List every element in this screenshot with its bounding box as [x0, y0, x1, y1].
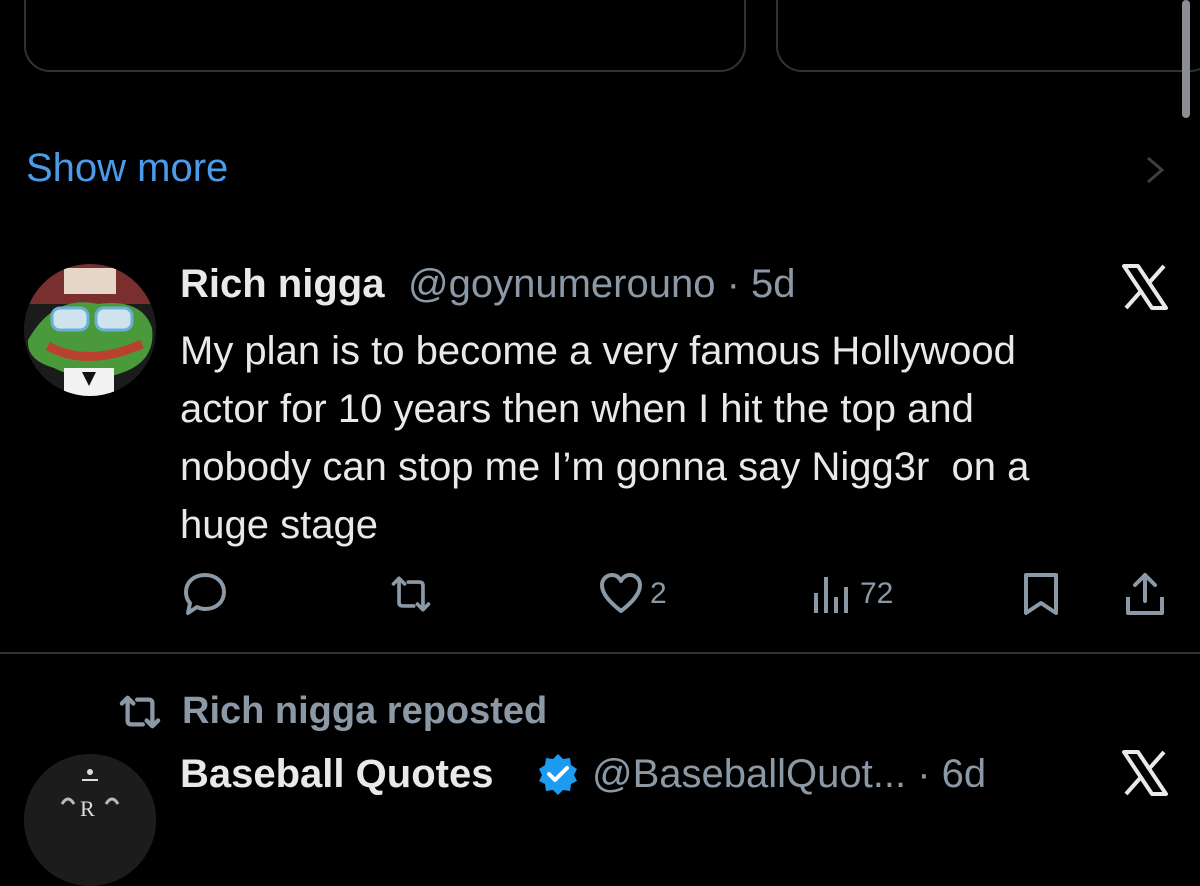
x-logo-icon	[1122, 264, 1168, 310]
chevron-right-icon[interactable]	[1142, 152, 1168, 188]
views-icon	[814, 577, 848, 613]
share-button[interactable]	[1122, 570, 1168, 618]
svg-text:R: R	[80, 796, 95, 821]
share-icon	[1126, 573, 1164, 615]
retweet-icon	[391, 576, 431, 612]
tweet-text-line: nobody can stop me I’m gonna say Nigg3r …	[180, 445, 1030, 489]
bookmark-icon	[1024, 573, 1058, 615]
avatar[interactable]: R	[24, 754, 156, 886]
preview-card-left[interactable]	[24, 0, 746, 72]
author-name[interactable]: Rich nigga	[180, 262, 384, 307]
author-name[interactable]: Baseball Quotes	[180, 752, 493, 797]
tweet-text-line: huge stage	[180, 503, 378, 547]
tweet-text-line: My plan is to become a very famous Holly…	[180, 329, 1016, 373]
views-count: 72	[860, 577, 894, 610]
repost-label: Rich nigga reposted	[182, 690, 548, 732]
tweet-text-line: actor for 10 years then when I hit the t…	[180, 387, 974, 431]
like-count: 2	[650, 577, 667, 610]
reply-button[interactable]	[182, 570, 228, 618]
repost-indicator[interactable]: Rich nigga reposted	[116, 690, 547, 733]
author-handle-time[interactable]: @BaseballQuot... · 6d	[592, 752, 986, 797]
x-logo-icon	[1122, 750, 1168, 796]
scrollbar[interactable]	[1182, 0, 1190, 118]
like-button[interactable]: 2	[598, 570, 667, 618]
avatar[interactable]	[24, 264, 156, 396]
show-more-link[interactable]: Show more	[26, 146, 228, 191]
retweet-icon	[119, 695, 161, 728]
tweet-text: My plan is to become a very famous Holly…	[180, 322, 1140, 554]
preview-card-right[interactable]	[776, 0, 1200, 72]
views-button[interactable]: 72	[808, 570, 893, 618]
divider	[0, 652, 1200, 654]
verified-badge-icon	[539, 754, 577, 795]
author-handle-time[interactable]: @goynumerouno · 5d	[408, 262, 796, 307]
bookmark-button[interactable]	[1018, 570, 1064, 618]
retweet-button[interactable]	[388, 570, 434, 618]
reply-icon	[184, 573, 226, 615]
heart-icon	[600, 573, 642, 613]
